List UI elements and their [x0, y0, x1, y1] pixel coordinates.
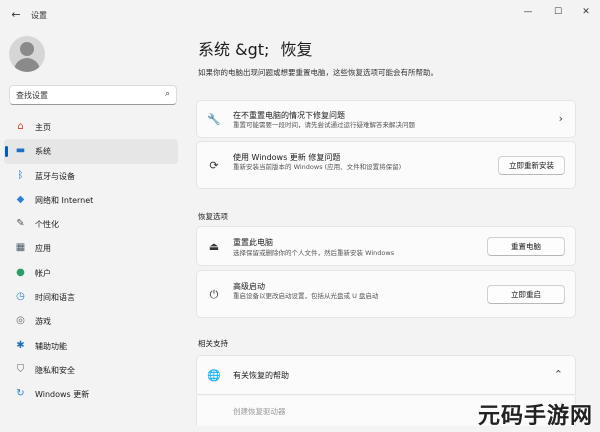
recovery-help-title: 有关恢复的帮助 [233, 371, 289, 380]
troubleshoot-desc: 重置可能需要一段时间，请先尝试通过运行疑难解答来解决问题 [233, 121, 415, 129]
avatar[interactable] [9, 36, 45, 72]
reset-pc-title: 重置此电脑 [233, 238, 273, 247]
sidebar-item-label: Windows 更新 [35, 390, 90, 400]
sidebar: ⌕ ⌂ 主页 ▬ 系统 ᛒ 蓝牙与设备 ◆ 网络和 Internet ✎ 个性化 ▦ 应用 ● 帐户 ◷ 时间… [0, 30, 188, 432]
restart-now-button[interactable]: 立即重启 [487, 285, 565, 304]
sidebar-item-label: 游戏 [35, 317, 51, 327]
app-title: 设置 [31, 11, 47, 20]
main-content: 系统 &gt; 恢复 如果你的电脑出现问题或想要重置电脑，这些恢复选项可能会有所… [188, 30, 600, 432]
avatar-body-icon [14, 58, 40, 72]
close-button[interactable]: ✕ [574, 4, 598, 20]
search-icon[interactable]: ⌕ [165, 89, 170, 99]
reset-pc-desc: 选择保留或删除你的个人文件，然后重新安装 Windows [233, 249, 395, 257]
create-recovery-drive-link[interactable]: 创建恢复驱动器 [233, 406, 286, 417]
search-box[interactable]: ⌕ [9, 85, 177, 105]
recovery-help-expander[interactable]: 🌐 有关恢复的帮助 ⌃ [196, 355, 576, 395]
recovery-options-heading: 恢复选项 [198, 212, 228, 221]
sidebar-item[interactable]: ⌂ 主页 [4, 115, 178, 139]
apps-icon: ▦ [15, 242, 26, 254]
minimize-button[interactable]: — [516, 4, 540, 20]
accessibility-icon: ✱ [16, 339, 25, 351]
globe-icon: 🌐 [207, 369, 221, 382]
sidebar-item-label: 时间和语言 [35, 293, 75, 303]
account-icon: ● [16, 266, 25, 278]
sidebar-item-label: 应用 [35, 244, 51, 254]
nav-list: ⌂ 主页 ▬ 系统 ᛒ 蓝牙与设备 ◆ 网络和 Internet ✎ 个性化 ▦ 应用 ● 帐户 ◷ 时间和语… [4, 115, 178, 407]
wrench-icon: 🔧 [207, 113, 221, 126]
personalization-brush-icon: ✎ [16, 218, 25, 230]
chevron-up-icon[interactable]: ⌃ [554, 368, 563, 381]
reset-pc-icon: ⏏ [208, 240, 220, 253]
bluetooth-icon: ᛒ [17, 169, 24, 181]
reset-pc-button[interactable]: 重置电脑 [487, 237, 565, 256]
reinstall-now-button[interactable]: 立即重新安装 [498, 156, 565, 175]
sidebar-item-label: 隐私和安全 [35, 365, 75, 375]
breadcrumb-current: 恢复 [280, 40, 313, 59]
system-display-icon: ▬ [15, 145, 26, 157]
troubleshoot-title: 在不重置电脑的情况下修复问题 [233, 111, 345, 120]
sidebar-item[interactable]: ▬ 系统 [4, 139, 178, 164]
title-bar: ← 设置 — ☐ ✕ [0, 0, 600, 30]
page-description: 如果你的电脑出现问题或想要重置电脑，这些恢复选项可能会有所帮助。 [198, 68, 438, 77]
update-fix-title: 使用 Windows 更新 修复问题 [233, 153, 341, 162]
breadcrumb-parent[interactable]: 系统 [198, 40, 230, 59]
sidebar-item[interactable]: ● 帐户 [4, 261, 178, 285]
advanced-startup-card: ⏻ 高级启动 重启设备以更改启动设置，包括从光盘或 U 盘启动 立即重启 [196, 270, 576, 318]
home-icon: ⌂ [17, 121, 24, 132]
page-title: 系统 &gt; 恢复 [198, 36, 313, 60]
search-input[interactable] [16, 89, 156, 102]
globe-clock-icon: ◷ [16, 291, 25, 303]
sidebar-item[interactable]: ᛒ 蓝牙与设备 [4, 164, 178, 188]
related-support-heading: 相关支持 [198, 339, 228, 348]
advanced-startup-title: 高级启动 [233, 282, 265, 291]
back-arrow-icon[interactable]: ← [9, 8, 23, 22]
game-controller-icon: ◎ [16, 315, 25, 327]
wifi-icon: ◆ [16, 193, 25, 205]
breadcrumb-separator: &gt; [235, 40, 270, 59]
sidebar-item-label: 辅助功能 [35, 341, 67, 351]
sidebar-item-label: 帐户 [35, 268, 51, 278]
update-fix-desc: 重新安装当前版本的 Windows (应用、文件和设置将保留) [233, 163, 402, 171]
sidebar-item-label: 个性化 [35, 220, 59, 230]
sidebar-item[interactable]: ◆ 网络和 Internet [4, 188, 178, 212]
sidebar-item[interactable]: ⛉ 隐私和安全 [4, 358, 178, 382]
shield-icon: ⛉ [16, 363, 25, 375]
windows-update-fix-card: ⟳ 使用 Windows 更新 修复问题 重新安装当前版本的 Windows (… [196, 141, 576, 189]
sidebar-item-label: 主页 [35, 123, 51, 132]
maximize-button[interactable]: ☐ [546, 4, 570, 20]
sidebar-item-label: 系统 [35, 147, 51, 157]
sidebar-item[interactable]: ◷ 时间和语言 [4, 285, 178, 309]
sidebar-item[interactable]: ✱ 辅助功能 [4, 334, 178, 358]
sidebar-item[interactable]: ✎ 个性化 [4, 212, 178, 236]
reset-pc-card: ⏏ 重置此电脑 选择保留或删除你的个人文件，然后重新安装 Windows 重置电… [196, 226, 576, 266]
troubleshoot-card[interactable]: 🔧 在不重置电脑的情况下修复问题 重置可能需要一段时间，请先尝试通过运行疑难解答… [196, 100, 576, 138]
sidebar-item-label: 蓝牙与设备 [35, 171, 75, 181]
sidebar-item[interactable]: ▦ 应用 [4, 236, 178, 260]
watermark-logo: 元码手游网 [478, 404, 594, 429]
advanced-startup-icon: ⏻ [209, 288, 219, 301]
avatar-head-icon [20, 42, 34, 56]
windows-update-icon: ↻ [16, 388, 25, 400]
sidebar-item[interactable]: ↻ Windows 更新 [4, 382, 178, 406]
sidebar-item-label: 网络和 Internet [35, 195, 94, 205]
refresh-icon: ⟳ [209, 159, 219, 172]
chevron-right-icon: › [558, 112, 563, 125]
advanced-startup-desc: 重启设备以更改启动设置，包括从光盘或 U 盘启动 [233, 292, 379, 300]
sidebar-item[interactable]: ◎ 游戏 [4, 309, 178, 333]
